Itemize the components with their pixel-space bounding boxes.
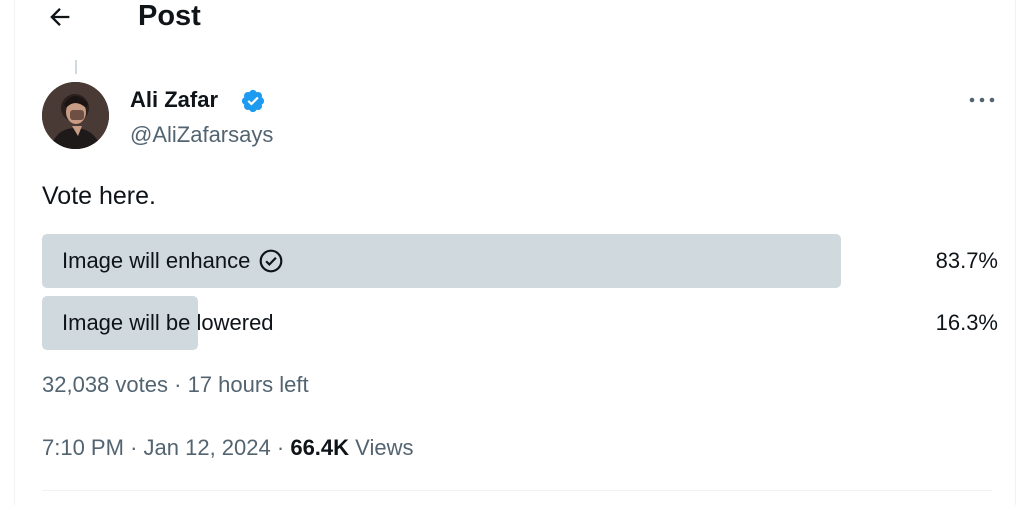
views-label: Views (355, 435, 414, 460)
separator: · (130, 435, 138, 460)
poll-option[interactable]: Image will enhance 83.7% (42, 234, 998, 288)
back-button[interactable] (42, 2, 78, 32)
author-handle[interactable]: @AliZafarsays (130, 121, 273, 149)
post-timestamp: 7:10 PM · Jan 12, 2024 · 66.4K Views (42, 433, 413, 463)
poll: Image will enhance 83.7% Image will be l… (42, 234, 998, 358)
more-horizontal-icon (969, 97, 995, 103)
page-header: Post (0, 0, 1024, 34)
avatar-image (42, 82, 109, 149)
poll-option[interactable]: Image will be lowered 16.3% (42, 296, 998, 350)
page-title: Post (138, 0, 201, 32)
post-date[interactable]: Jan 12, 2024 (144, 435, 271, 460)
views-count[interactable]: 66.4K (290, 435, 349, 460)
tweet-text: Vote here. (42, 182, 156, 210)
poll-option-label: Image will be lowered (62, 310, 274, 335)
poll-option-label: Image will enhance (62, 248, 251, 273)
author-name[interactable]: Ali Zafar (130, 86, 218, 114)
arrow-left-icon (50, 8, 70, 26)
poll-option-percent: 83.7% (935, 248, 998, 273)
poll-time-left: 17 hours left (187, 372, 309, 397)
separator: · (276, 435, 285, 460)
thread-connector (75, 60, 77, 74)
verified-badge-icon (241, 89, 265, 113)
poll-meta: 32,038 votes · 17 hours left (42, 370, 309, 400)
poll-votes: 32,038 votes (42, 372, 168, 397)
poll-option-percent: 16.3% (935, 310, 998, 335)
more-options-button[interactable] (962, 86, 1002, 114)
check-circle-icon (259, 249, 283, 273)
avatar[interactable] (42, 82, 109, 149)
post-time[interactable]: 7:10 PM (42, 435, 124, 460)
divider (42, 490, 992, 491)
separator: · (174, 372, 182, 397)
